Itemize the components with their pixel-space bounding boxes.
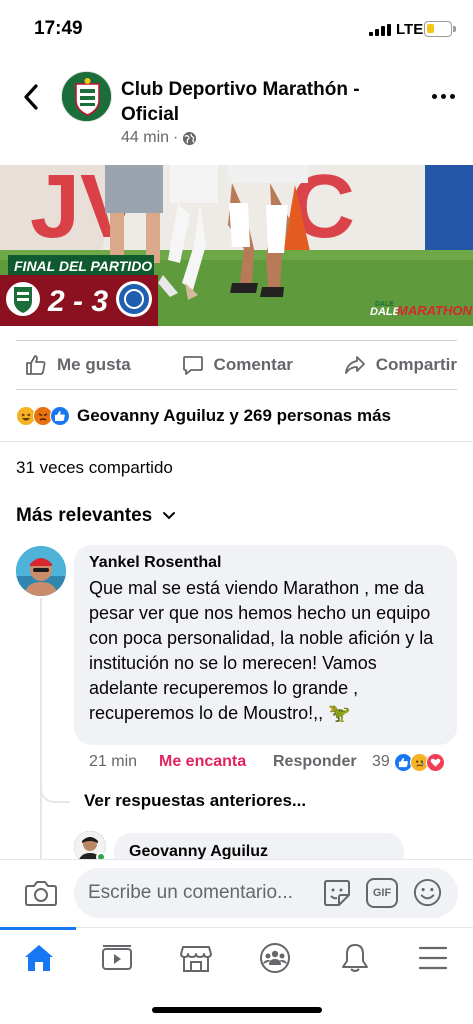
love-reaction-button[interactable]: Me encanta bbox=[159, 753, 273, 771]
battery-icon bbox=[424, 21, 456, 37]
watch-icon bbox=[102, 945, 132, 970]
comment-bubble[interactable]: Yankel Rosenthal Que mal se está viendo … bbox=[74, 545, 457, 745]
post-image[interactable]: JV C FINAL DEL PARTIDO 2 - 3 DALE DALE M… bbox=[0, 165, 473, 326]
brand-marathon: MARATHON bbox=[397, 303, 472, 318]
more-options-button[interactable] bbox=[428, 86, 458, 106]
chevron-left-icon bbox=[24, 84, 38, 110]
comment-author[interactable]: Yankel Rosenthal bbox=[89, 554, 443, 572]
love-reaction-icon bbox=[425, 752, 445, 772]
nav-watch[interactable] bbox=[99, 942, 135, 974]
home-icon bbox=[25, 945, 53, 971]
share-label: Compartir bbox=[375, 355, 457, 374]
like-reaction-icon bbox=[50, 406, 70, 426]
profile-photo bbox=[16, 546, 66, 596]
comment-meta: 21 min Me encanta Responder 39 bbox=[89, 751, 459, 773]
comment-reaction-count[interactable]: 39 bbox=[372, 753, 390, 771]
menu-icon bbox=[418, 946, 448, 970]
groups-icon bbox=[260, 943, 290, 973]
camera-icon bbox=[25, 881, 57, 906]
nav-marketplace[interactable] bbox=[178, 942, 214, 974]
like-label: Me gusta bbox=[57, 355, 131, 374]
thumbs-up-icon bbox=[26, 355, 46, 375]
active-tab-indicator bbox=[0, 927, 76, 930]
thread-line bbox=[40, 598, 42, 860]
comment-text: Que mal se está viendo Marathon , me da … bbox=[89, 578, 434, 723]
emoji-button[interactable] bbox=[412, 877, 443, 908]
share-icon bbox=[344, 356, 365, 374]
comment-time: 21 min bbox=[89, 753, 138, 770]
post-time: 44 min bbox=[121, 129, 170, 146]
shares-count[interactable]: 31 veces compartido bbox=[16, 458, 173, 478]
sticker-icon bbox=[324, 880, 350, 906]
commenter-avatar[interactable] bbox=[16, 546, 66, 596]
post-actions: Me gusta Comentar Compartir bbox=[16, 340, 457, 390]
home-indicator bbox=[152, 1007, 322, 1013]
reactions-text: Geovanny Aguiluz y 269 personas más bbox=[77, 406, 391, 425]
signal-icon bbox=[369, 24, 391, 36]
reply-button[interactable]: Responder bbox=[273, 753, 372, 771]
comment-icon bbox=[182, 356, 203, 375]
match-result-graphic: JV C FINAL DEL PARTIDO 2 - 3 DALE DALE M… bbox=[0, 165, 473, 326]
comment-label: Comentar bbox=[213, 355, 293, 374]
meta-separator: · bbox=[173, 129, 179, 146]
nav-home[interactable] bbox=[21, 942, 57, 974]
page-name[interactable]: Club Deportivo Marathón - Oficial bbox=[121, 77, 401, 127]
comment-reactions[interactable] bbox=[393, 752, 445, 772]
final-banner: FINAL DEL PARTIDO bbox=[14, 258, 152, 274]
status-time: 17:49 bbox=[34, 18, 83, 39]
comment-sort-dropdown[interactable]: Más relevantes bbox=[16, 505, 176, 527]
sticker-button[interactable] bbox=[321, 877, 353, 909]
divider bbox=[0, 441, 473, 442]
marathon-crest-icon bbox=[62, 72, 111, 121]
comment-input-container[interactable] bbox=[74, 868, 458, 918]
camera-button[interactable] bbox=[23, 875, 59, 911]
chevron-down-icon bbox=[163, 512, 176, 520]
share-button[interactable]: Compartir bbox=[343, 353, 457, 377]
view-earlier-replies[interactable]: Ver respuestas anteriores... bbox=[84, 791, 306, 811]
network-label: LTE bbox=[396, 21, 424, 38]
marketplace-icon bbox=[180, 946, 212, 972]
nav-notifications[interactable] bbox=[337, 942, 373, 974]
globe-icon bbox=[183, 131, 197, 145]
nav-menu[interactable] bbox=[415, 942, 451, 974]
reply-connector bbox=[40, 775, 70, 803]
like-button[interactable]: Me gusta bbox=[24, 353, 131, 377]
nav-groups[interactable] bbox=[257, 942, 293, 974]
post-meta: 44 min · bbox=[121, 129, 197, 147]
status-bar: 17:49 LTE bbox=[0, 0, 473, 58]
comment-button[interactable]: Comentar bbox=[181, 353, 293, 377]
page-avatar[interactable] bbox=[61, 71, 112, 122]
emoji-icon bbox=[413, 878, 442, 907]
bell-icon bbox=[342, 944, 368, 972]
gif-button[interactable]: GIF bbox=[366, 878, 398, 908]
reactions-summary[interactable]: Geovanny Aguiluz y 269 personas más bbox=[16, 404, 391, 428]
comment-input[interactable] bbox=[88, 881, 318, 905]
match-score: 2 - 3 bbox=[47, 285, 108, 318]
back-button[interactable] bbox=[18, 82, 44, 112]
sort-label: Más relevantes bbox=[16, 505, 153, 526]
